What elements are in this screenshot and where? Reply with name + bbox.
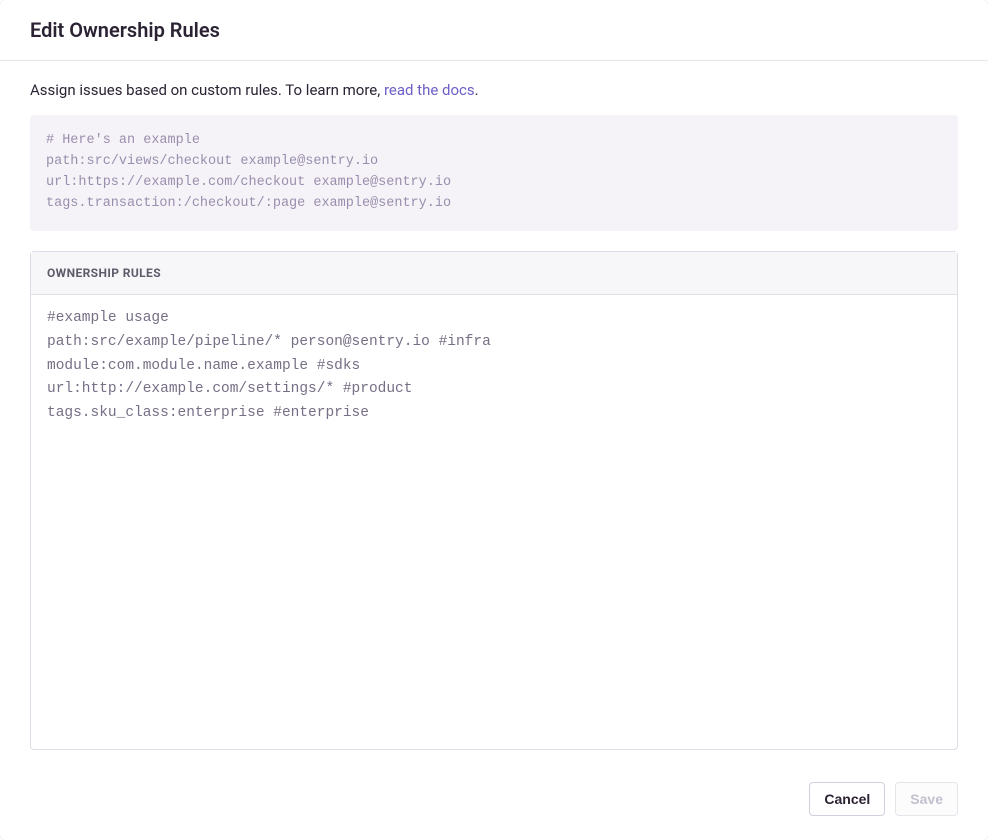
edit-ownership-modal: Edit Ownership Rules Assign issues based… bbox=[0, 0, 988, 840]
ownership-rules-panel-header: OWNERSHIP RULES bbox=[31, 252, 957, 295]
description-text: Assign issues based on custom rules. To … bbox=[30, 81, 958, 99]
description-suffix: . bbox=[475, 81, 479, 99]
modal-header: Edit Ownership Rules bbox=[0, 0, 988, 61]
ownership-rules-panel: OWNERSHIP RULES bbox=[30, 251, 958, 750]
modal-title: Edit Ownership Rules bbox=[30, 18, 958, 42]
modal-footer: Cancel Save bbox=[0, 768, 988, 840]
modal-body: Assign issues based on custom rules. To … bbox=[0, 61, 988, 768]
save-button[interactable]: Save bbox=[895, 782, 958, 816]
description-prefix: Assign issues based on custom rules. To … bbox=[30, 81, 384, 99]
example-code-block: # Here's an example path:src/views/check… bbox=[30, 115, 958, 231]
ownership-rules-textarea[interactable] bbox=[31, 295, 957, 745]
cancel-button[interactable]: Cancel bbox=[809, 782, 885, 816]
read-docs-link[interactable]: read the docs bbox=[384, 81, 475, 99]
